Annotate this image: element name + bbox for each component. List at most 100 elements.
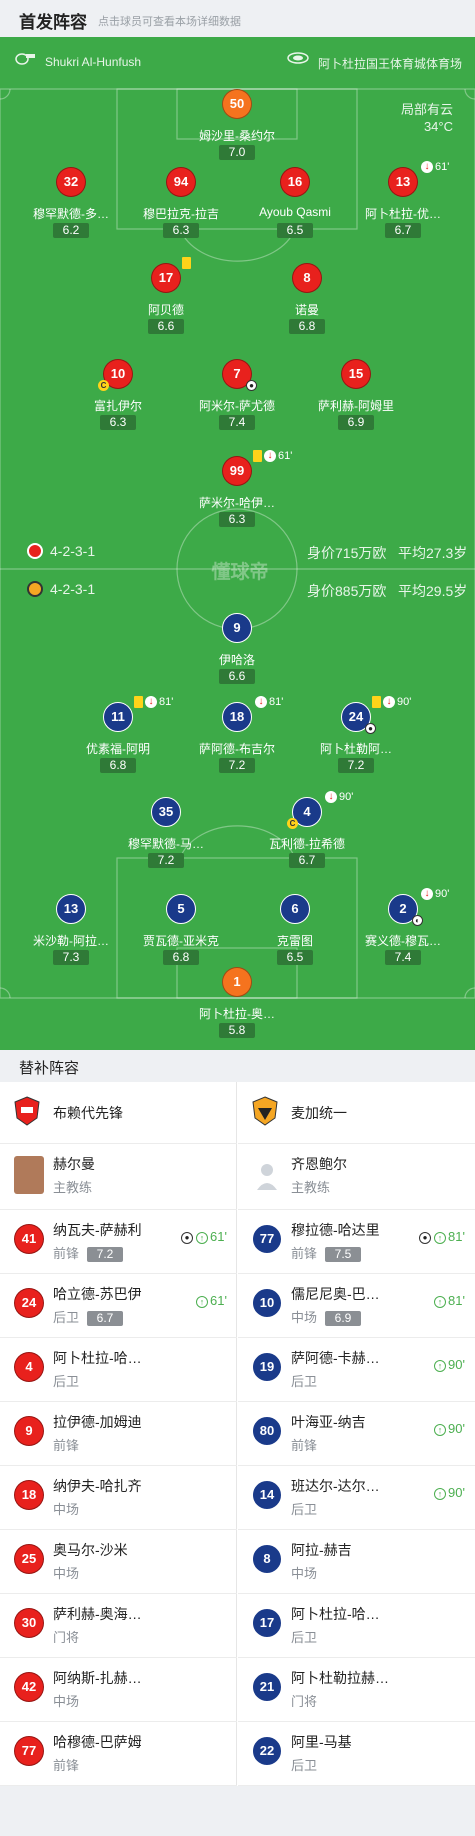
home-player-10[interactable]: 15 萨利赫-阿姆里 6.9 [296, 359, 416, 435]
player-rating: 6.7 [289, 853, 325, 868]
player-number: 50 [222, 89, 252, 119]
sub-position-wrap: 后卫 [291, 1499, 317, 1518]
subs-title: 替补阵容 [19, 1060, 80, 1077]
sub-position: 前锋 [291, 1246, 318, 1261]
sub-minute: 90' [448, 1357, 465, 1372]
home-player-4[interactable]: 16 Ayoub Qasmi 6.5 [235, 167, 355, 243]
sub-name: 奥马尔-沙米 [53, 1542, 128, 1558]
sub-number: 14 [252, 1480, 282, 1510]
sub-position: 前锋 [53, 1438, 80, 1453]
sub-number: 42 [14, 1672, 44, 1702]
player-rating: 6.3 [100, 415, 136, 430]
sub-in-icon: ↑ [196, 1295, 209, 1308]
away-player-7[interactable]: 13 米沙勒-阿拉… 7.3 [11, 894, 131, 970]
sub-number: 80 [252, 1416, 282, 1446]
away-sub-row[interactable]: 19 萨阿德-卡赫… 后卫 ↑ 90' [238, 1338, 475, 1402]
sub-out-icon: ↓ [145, 696, 157, 709]
temperature-text: 34°C [423, 119, 453, 134]
player-number: 17 [151, 263, 181, 293]
stadium-name: 阿卜杜拉国王体育城体育场 [318, 57, 463, 71]
sub-position-wrap: 后卫 [53, 1371, 79, 1390]
home-player-3[interactable]: 94 穆巴拉克-拉吉 6.3 [121, 167, 241, 243]
away-player-4[interactable]: 24 阿卜杜勒阿… 7.2 ↓ 90' ● [296, 696, 416, 778]
home-sub-row[interactable]: 25 奥马尔-沙米 中场 [0, 1530, 237, 1594]
sub-name: 纳瓦夫-萨赫利 [53, 1222, 142, 1238]
away-player-11[interactable]: 1 阿卜杜拉-奥… 5.8 [177, 967, 297, 1043]
away-sub-row[interactable]: 10 儒尼尼奥-巴… 中场 6.9 ↑ 81' [238, 1274, 475, 1338]
away-sub-row[interactable]: 77 穆拉德-哈达里 前锋 7.5 ● ↑ 81' [238, 1210, 475, 1274]
home-player-2[interactable]: 32 穆罕默德-多… 6.2 [11, 167, 131, 243]
sub-number: 18 [14, 1480, 44, 1510]
sub-position: 中场 [53, 1694, 80, 1709]
sub-event: ↑ 90' [434, 1485, 465, 1500]
away-player-9[interactable]: 6 克雷图 6.5 [235, 894, 355, 970]
sub-position: 门将 [53, 1630, 80, 1645]
home-sub-row[interactable]: 18 纳伊夫-哈扎齐 中场 [0, 1466, 237, 1530]
player-number: 32 [56, 167, 86, 197]
home-sub-row[interactable]: 77 哈穆德-巴萨姆 前锋 [0, 1722, 237, 1786]
sub-out-icon: ↓ [421, 161, 433, 174]
home-player-6[interactable]: 17 阿贝德 6.6 [106, 257, 226, 339]
sub-position: 后卫 [291, 1630, 318, 1645]
away-sub-row[interactable]: 22 阿里-马基 后卫 [238, 1722, 475, 1786]
player-events: ↓ 90' [372, 696, 412, 709]
away-team-name: 麦加统一 [291, 1105, 347, 1121]
home-player-1[interactable]: 50 姆沙里-桑约尔 7.0 [177, 89, 297, 165]
sub-minute: 90' [448, 1421, 465, 1436]
sub-number: 19 [252, 1352, 282, 1382]
home-sub-row[interactable]: 41 纳瓦夫-萨赫利 前锋 7.2 ● ↑ 61' [0, 1210, 237, 1274]
sub-position: 后卫 [53, 1310, 80, 1325]
home-player-7[interactable]: 8 诺曼 6.8 [247, 263, 367, 339]
lineup-hint: 点击球员可查看本场详细数据 [98, 16, 241, 28]
home-coach-role: 主教练 [53, 1180, 93, 1195]
home-player-9[interactable]: 7 阿米尔-萨尤德 7.4 ● [177, 359, 297, 435]
home-sub-row[interactable]: 4 阿卜杜拉-哈… 后卫 [0, 1338, 237, 1402]
away-sub-row[interactable]: 21 阿卜杜勒拉赫… 门将 [238, 1658, 475, 1722]
sub-minute: 90' [397, 696, 412, 708]
home-sub-row[interactable]: 42 阿纳斯-扎赫… 中场 [0, 1658, 237, 1722]
sub-event: ↑ 90' [434, 1357, 465, 1372]
away-player-8[interactable]: 5 贾瓦德-亚米克 6.8 [121, 894, 241, 970]
away-player-3[interactable]: 18 萨阿德-布吉尔 7.2 ↓ 81' [177, 696, 297, 778]
sub-position-wrap: 前锋 [53, 1755, 79, 1774]
lineup-title: 首发阵容 [19, 13, 87, 32]
sub-position: 后卫 [53, 1374, 80, 1389]
away-player-2[interactable]: 11 优素福-阿明 6.8 ↓ 81' [58, 696, 178, 778]
home-sub-row[interactable]: 24 哈立德-苏巴伊 后卫 6.7 ↑ 61' [0, 1274, 237, 1338]
sub-number: 41 [14, 1224, 44, 1254]
goal-ball-icon: ● [181, 1231, 194, 1244]
away-team-row[interactable]: 麦加统一 [238, 1082, 475, 1144]
player-name: 阿卜杜勒阿… [319, 742, 392, 756]
away-sub-row[interactable]: 14 班达尔-达尔… 后卫 ↑ 90' [238, 1466, 475, 1530]
home-sub-row[interactable]: 30 萨利赫-奥海… 门将 [0, 1594, 237, 1658]
player-name: 贾瓦德-亚米克 [143, 934, 219, 948]
player-name: 瓦利德-拉希德 [269, 837, 345, 851]
away-player-10[interactable]: 2 赛义德-穆瓦… 7.4 ↓ 90' ◐ [343, 888, 463, 970]
player-name: 穆罕默德-马… [128, 837, 204, 851]
away-subs-column: 麦加统一 齐恩鲍尔 主教练 77 穆拉德-哈达里 前锋 7.5 ● ↑ 81' 10 儒尼尼奥-… [238, 1082, 475, 1786]
home-sub-row[interactable]: 9 拉伊德-加姆迪 前锋 [0, 1402, 237, 1466]
away-sub-row[interactable]: 17 阿卜杜拉-哈… 后卫 [238, 1594, 475, 1658]
player-number: 15 [341, 359, 371, 389]
home-player-5[interactable]: 13 阿卜杜拉-优… 6.7 ↓ 61' [343, 161, 463, 243]
away-sub-row[interactable]: 8 阿拉-赫吉 中场 [238, 1530, 475, 1594]
away-sub-row[interactable]: 80 叶海亚-纳吉 前锋 ↑ 90' [238, 1402, 475, 1466]
away-coach-row[interactable]: 齐恩鲍尔 主教练 [238, 1144, 475, 1210]
stadium-icon [287, 52, 309, 64]
sub-position: 后卫 [291, 1502, 318, 1517]
sub-position-wrap: 前锋 [291, 1435, 317, 1454]
player-events: ↓ 90' [323, 791, 353, 804]
home-coach-row[interactable]: 赫尔曼 主教练 [0, 1144, 237, 1210]
home-player-11[interactable]: 99 萨米尔-哈伊… 6.3 ↓ 61' [177, 450, 297, 532]
away-player-6[interactable]: 4 瓦利德-拉希德 6.7 ↓ 90' C [247, 791, 367, 873]
away-formation: 4-2-3-1 [50, 581, 96, 597]
home-team-name: 布赖代先锋 [53, 1105, 123, 1121]
home-team-row[interactable]: 布赖代先锋 [0, 1082, 237, 1144]
sub-out-icon: ↓ [383, 696, 395, 709]
goal-ball-icon: ● [365, 723, 376, 734]
away-player-5[interactable]: 35 穆罕默德-马… 7.2 [106, 797, 226, 873]
sub-name: 阿纳斯-扎赫… [53, 1670, 142, 1686]
away-player-1[interactable]: 9 伊哈洛 6.6 [177, 613, 297, 689]
sub-event: ↑ 90' [434, 1421, 465, 1436]
home-player-8[interactable]: 10 富扎伊尔 6.3 C [58, 359, 178, 435]
